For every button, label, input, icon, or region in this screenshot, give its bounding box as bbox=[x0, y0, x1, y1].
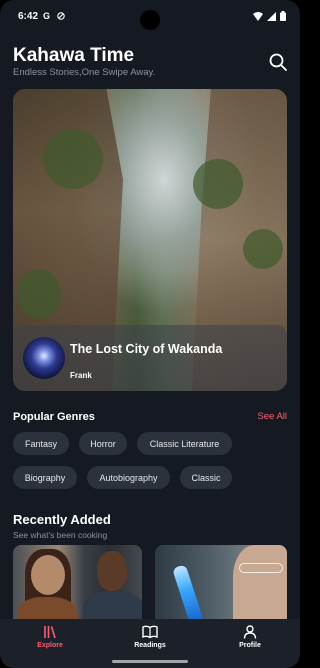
signal-icon bbox=[267, 11, 276, 21]
wifi-icon bbox=[253, 11, 263, 21]
genre-chip[interactable]: Autobiography bbox=[87, 466, 170, 489]
status-time: 6:42 bbox=[18, 11, 39, 22]
search-icon bbox=[269, 53, 287, 71]
cover-art bbox=[239, 563, 283, 573]
genres-section-title: Popular Genres bbox=[13, 411, 95, 423]
status-bar: 6:42 G bbox=[0, 0, 300, 34]
nav-label: Profile bbox=[239, 642, 261, 649]
google-icon: G bbox=[43, 11, 53, 21]
nav-readings[interactable]: Readings bbox=[115, 625, 185, 649]
user-icon bbox=[243, 625, 257, 639]
status-right-icons bbox=[253, 11, 286, 21]
nav-label: Explore bbox=[37, 642, 63, 649]
cover-art bbox=[31, 555, 65, 595]
nav-explore[interactable]: Explore bbox=[15, 625, 85, 649]
hero-foliage bbox=[17, 269, 61, 319]
genre-chip[interactable]: Horror bbox=[79, 432, 127, 455]
featured-author: Frank bbox=[70, 371, 92, 380]
recent-story-card[interactable] bbox=[155, 545, 287, 625]
featured-title: The Lost City of Wakanda bbox=[70, 342, 223, 356]
battery-icon bbox=[280, 11, 286, 21]
vpn-icon bbox=[56, 12, 65, 20]
hero-foliage bbox=[193, 159, 243, 209]
book-open-icon bbox=[142, 625, 158, 639]
genre-chip[interactable]: Classic bbox=[180, 466, 232, 489]
genre-chip[interactable]: Biography bbox=[13, 466, 77, 489]
nav-profile[interactable]: Profile bbox=[215, 625, 285, 649]
recent-story-card[interactable] bbox=[13, 545, 142, 625]
cover-art bbox=[233, 545, 287, 625]
author-avatar bbox=[23, 337, 65, 379]
nav-label: Readings bbox=[134, 642, 166, 649]
app-screen: 6:42 G Kahawa Time Endless Stories,One S… bbox=[0, 0, 300, 668]
app-title: Kahawa Time bbox=[13, 45, 135, 66]
recent-section-title: Recently Added bbox=[13, 512, 111, 527]
recent-section-subtitle: See what's been cooking bbox=[13, 530, 108, 540]
search-button[interactable] bbox=[268, 52, 288, 72]
genre-chip[interactable]: Fantasy bbox=[13, 432, 69, 455]
home-indicator[interactable] bbox=[112, 660, 188, 663]
hero-foliage bbox=[43, 129, 103, 189]
status-left-icons: G bbox=[43, 11, 65, 21]
featured-info-overlay: The Lost City of Wakanda Frank bbox=[13, 325, 287, 391]
app-tagline: Endless Stories,One Swipe Away. bbox=[13, 67, 156, 78]
see-all-genres-link[interactable]: See All bbox=[257, 411, 287, 422]
hero-foliage bbox=[243, 229, 283, 269]
cover-art bbox=[97, 551, 127, 591]
genre-chip[interactable]: Classic Literature bbox=[137, 432, 232, 455]
featured-story-card[interactable]: The Lost City of Wakanda Frank bbox=[13, 89, 287, 391]
cover-art bbox=[172, 564, 204, 625]
library-icon bbox=[44, 626, 56, 639]
camera-cutout bbox=[140, 10, 160, 30]
